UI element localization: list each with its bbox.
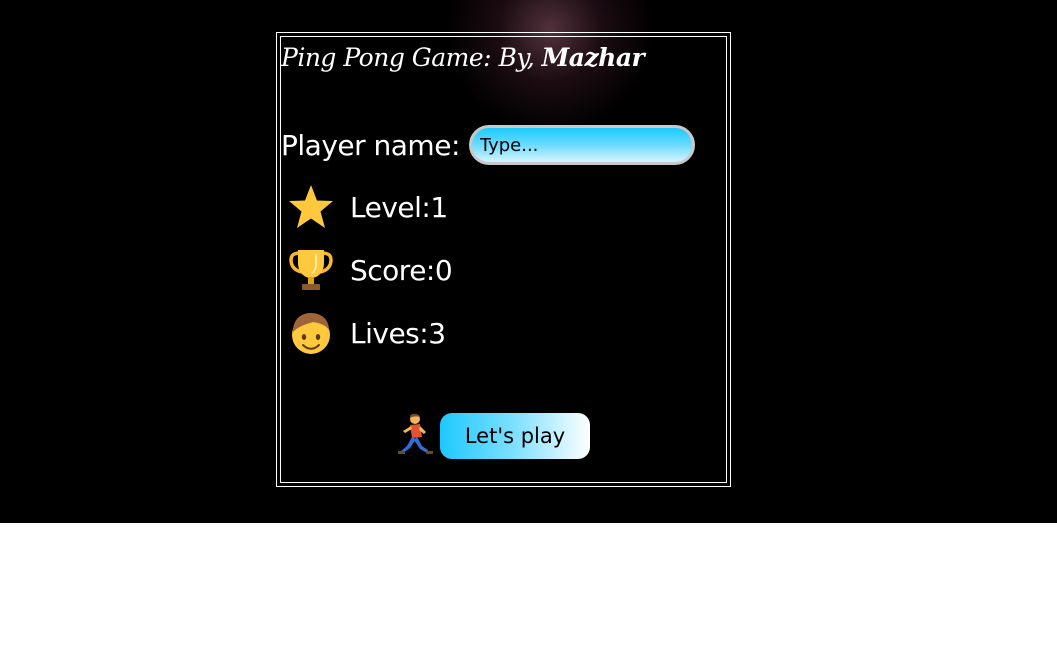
- player-name-label: Player name:: [281, 128, 460, 162]
- game-panel: Ping Pong Game: By, Mazhar Player name: …: [276, 32, 731, 487]
- game-screen: Ping Pong Game: By, Mazhar Player name: …: [0, 0, 1057, 523]
- title-author: Mazhar: [541, 43, 645, 72]
- player-name-input[interactable]: [468, 125, 695, 165]
- trophy-icon: [289, 250, 333, 290]
- score-text: Score:0: [350, 253, 453, 287]
- level-text: Level:1: [350, 190, 448, 224]
- page-title: Ping Pong Game: By, Mazhar: [281, 43, 645, 72]
- level-row: Level:1: [288, 185, 448, 229]
- lives-text: Lives:3: [350, 316, 446, 350]
- player-name-row: Player name:: [281, 123, 695, 167]
- lives-row: Lives:3: [288, 311, 446, 355]
- lets-play-button[interactable]: Let's play: [440, 413, 590, 459]
- score-row: Score:0: [288, 248, 453, 292]
- face-icon: [292, 313, 330, 354]
- running-person-icon: [398, 413, 433, 454]
- star-icon: [289, 185, 333, 228]
- play-row: Let's play: [395, 411, 590, 461]
- title-prefix: Ping Pong Game: By,: [281, 43, 535, 72]
